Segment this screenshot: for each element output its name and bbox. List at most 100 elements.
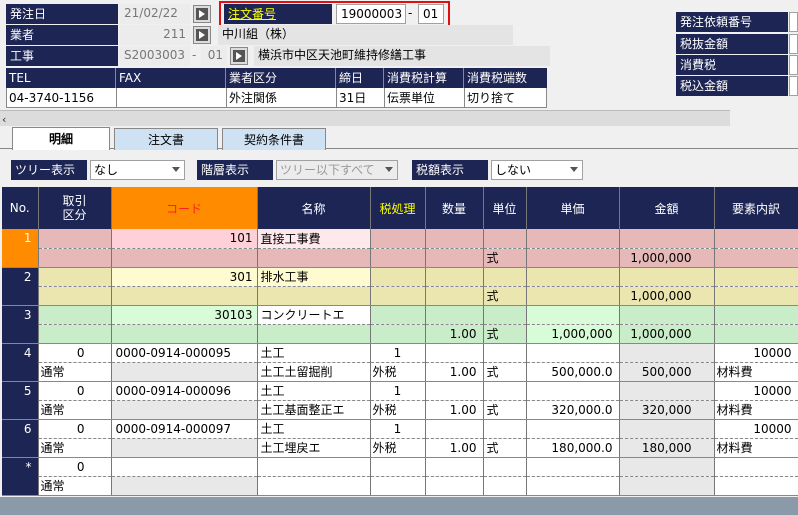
col-header-amount[interactable]: 金額 <box>619 187 715 229</box>
element-name[interactable]: 材料費 <box>714 361 798 382</box>
transaction-type-code[interactable]: 0 <box>38 343 112 362</box>
order-date-field[interactable]: 21/02/22 <box>120 4 190 24</box>
unit[interactable]: 式 <box>483 399 527 420</box>
item-name[interactable]: 土工 <box>257 381 371 400</box>
unit[interactable]: 式 <box>483 247 527 268</box>
table-row-sub[interactable]: 通常 土工土留掘削 外税 1.00 式 500,000.0 500,000 材料費 <box>2 361 798 382</box>
item-code[interactable]: 30103 <box>111 305 258 324</box>
quantity[interactable]: 1.00 <box>425 361 484 382</box>
table-row[interactable]: 4 0 0000-0914-000095 土工 1 10000 <box>2 343 798 382</box>
item-name[interactable]: コンクリートエ <box>257 305 371 324</box>
unit[interactable]: 式 <box>483 285 527 306</box>
vendor-search-button[interactable] <box>193 26 211 44</box>
col-header-name[interactable]: 名称 <box>257 187 371 229</box>
item-spec[interactable] <box>257 285 371 306</box>
table-row[interactable]: 2 301 排水工事 <box>2 267 798 306</box>
transaction-type-code[interactable] <box>38 305 112 324</box>
transaction-type-label[interactable] <box>38 285 112 306</box>
row-number[interactable]: 6 <box>2 419 39 458</box>
table-row[interactable]: * 0 <box>2 457 798 496</box>
element-name[interactable] <box>714 323 798 344</box>
transaction-type-label[interactable]: 通常 <box>38 437 112 458</box>
item-name[interactable]: 土工 <box>257 419 371 438</box>
row-number[interactable]: 2 <box>2 267 39 306</box>
col-header-element-breakdown[interactable]: 要素内訳 <box>714 187 798 229</box>
project-branch-field[interactable]: 01 <box>201 46 227 66</box>
transaction-type-label[interactable]: 通常 <box>38 399 112 420</box>
unit[interactable] <box>483 475 527 496</box>
item-code[interactable]: 301 <box>111 267 258 286</box>
order-date-picker-button[interactable] <box>193 5 211 23</box>
element-code[interactable] <box>714 267 798 286</box>
row-number[interactable]: 4 <box>2 343 39 382</box>
tax-handling-label[interactable] <box>370 475 426 496</box>
order-request-number-field[interactable] <box>789 12 798 32</box>
row-number[interactable]: * <box>2 457 39 496</box>
col-header-code[interactable]: コード <box>111 187 258 229</box>
quantity[interactable] <box>425 285 484 306</box>
table-row[interactable]: 1 101 直接工事費 <box>2 229 798 268</box>
unit[interactable]: 式 <box>483 437 527 458</box>
tax-handling-code[interactable] <box>370 305 426 324</box>
element-name[interactable]: 材料費 <box>714 399 798 420</box>
col-header-quantity[interactable]: 数量 <box>425 187 484 229</box>
table-row-sub[interactable]: 通常 <box>2 475 798 496</box>
table-row-sub[interactable]: 1.00 式 1,000,000 1,000,000 <box>2 323 798 344</box>
item-name[interactable]: 土工 <box>257 343 371 362</box>
row-number[interactable]: 3 <box>2 305 39 344</box>
tab-purchase-order[interactable]: 注文書 <box>114 128 218 150</box>
element-code[interactable]: 10000 <box>714 381 798 400</box>
table-row[interactable]: 6 0 0000-0914-000097 土工 1 10000 <box>2 419 798 458</box>
item-code[interactable]: 0000-0914-000097 <box>111 419 258 438</box>
transaction-type-label[interactable] <box>38 247 112 268</box>
tax-handling-code[interactable] <box>370 229 426 248</box>
item-spec[interactable] <box>257 323 371 344</box>
item-spec[interactable] <box>257 247 371 268</box>
tax-handling-label[interactable] <box>370 323 426 344</box>
item-name[interactable]: 直接工事費 <box>257 229 371 248</box>
unit[interactable]: 式 <box>483 361 527 382</box>
table-row-sub[interactable]: 通常 土工埋戻エ 外税 1.00 式 180,000.0 180,000 材料費 <box>2 437 798 458</box>
col-header-unit[interactable]: 単位 <box>483 187 527 229</box>
unit-price[interactable]: 500,000.0 <box>526 361 620 382</box>
quantity[interactable]: 1.00 <box>425 323 484 344</box>
element-name[interactable] <box>714 247 798 268</box>
table-row[interactable]: 3 30103 コンクリートエ <box>2 305 798 344</box>
item-spec[interactable]: 土工埋戻エ <box>257 437 371 458</box>
element-name[interactable] <box>714 475 798 496</box>
unit-price[interactable] <box>526 285 620 306</box>
vendor-code-field[interactable]: 211 <box>120 25 190 45</box>
unit-price[interactable]: 320,000.0 <box>526 399 620 420</box>
order-branch-field[interactable]: 01 <box>418 4 444 24</box>
level-display-select[interactable]: ツリー以下すべて <box>276 160 398 180</box>
item-name[interactable]: 排水工事 <box>257 267 371 286</box>
tab-contract-terms[interactable]: 契約条件書 <box>222 128 326 150</box>
item-code[interactable]: 0000-0914-000095 <box>111 343 258 362</box>
project-code-field[interactable]: S2003003 <box>120 46 190 66</box>
element-name[interactable] <box>714 285 798 306</box>
unit-price[interactable]: 1,000,000 <box>526 323 620 344</box>
transaction-type-label[interactable]: 通常 <box>38 361 112 382</box>
element-code[interactable] <box>714 229 798 248</box>
table-row[interactable]: 5 0 0000-0914-000096 土工 1 10000 <box>2 381 798 420</box>
transaction-type-label[interactable]: 通常 <box>38 475 112 496</box>
transaction-type-code[interactable]: 0 <box>38 457 112 476</box>
tax-handling-code[interactable]: 1 <box>370 381 426 400</box>
table-row-sub[interactable]: 式 1,000,000 <box>2 285 798 306</box>
scroll-left-icon[interactable]: ‹ <box>2 113 6 126</box>
tax-handling-code[interactable]: 1 <box>370 343 426 362</box>
unit-price[interactable]: 180,000.0 <box>526 437 620 458</box>
unit[interactable]: 式 <box>483 323 527 344</box>
tax-handling-label[interactable]: 外税 <box>370 399 426 420</box>
element-name[interactable]: 材料費 <box>714 437 798 458</box>
item-code[interactable]: 101 <box>111 229 258 248</box>
col-header-transaction-type[interactable]: 取引 区分 <box>38 187 112 229</box>
tax-handling-code[interactable]: 1 <box>370 419 426 438</box>
quantity[interactable]: 1.00 <box>425 437 484 458</box>
quantity[interactable] <box>425 475 484 496</box>
unit-price[interactable] <box>526 247 620 268</box>
quantity[interactable] <box>425 247 484 268</box>
col-header-tax-handling[interactable]: 税処理 <box>370 187 426 229</box>
row-number[interactable]: 5 <box>2 381 39 420</box>
row-number[interactable]: 1 <box>2 229 39 268</box>
